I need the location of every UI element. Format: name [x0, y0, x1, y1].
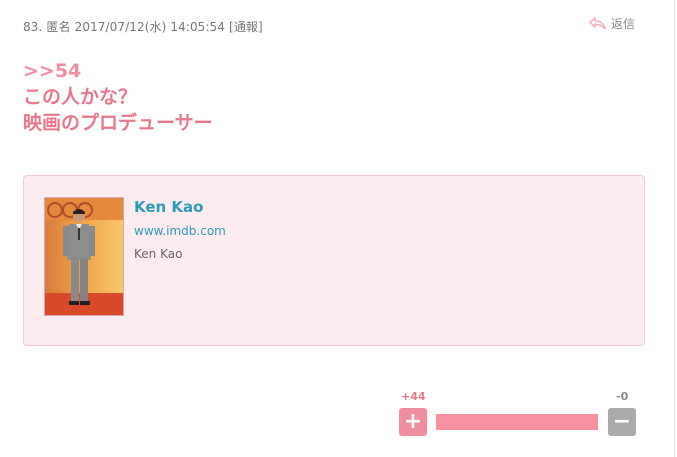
vote-ratio-fill [436, 414, 598, 430]
reply-arrow-icon [589, 17, 606, 30]
link-url[interactable]: www.imdb.com [134, 224, 226, 238]
vote-ratio-bar [436, 414, 598, 430]
comment-author: 匿名 [46, 20, 71, 34]
comment-meta: 83. 匿名 2017/07/12(水) 14:05:54 [通報] [23, 18, 267, 35]
link-preview-card[interactable]: Ken Kao www.imdb.com Ken Kao [23, 175, 645, 346]
comment-body: >>54 この人かな？ 映画のプロデューサー [23, 58, 213, 136]
minus-vote-count: -0 [616, 390, 629, 403]
link-title[interactable]: Ken Kao [134, 198, 204, 216]
plus-icon: + [403, 409, 423, 434]
minus-icon: − [612, 409, 632, 434]
plus-vote-count: +44 [401, 390, 426, 403]
page-right-border [674, 0, 675, 457]
link-thumbnail[interactable] [44, 197, 124, 316]
comment-datetime: 2017/07/12(水) 14:05:54 [74, 20, 226, 34]
thumbnail-image [45, 198, 123, 315]
comment-line-2: 映画のプロデューサー [23, 112, 213, 134]
link-description: Ken Kao [134, 247, 183, 261]
plus-vote-button[interactable]: + [399, 408, 427, 436]
reply-label: 返信 [611, 17, 636, 31]
reply-anchor-link[interactable]: >>54 [23, 58, 213, 84]
report-link[interactable]: [通報] [229, 20, 263, 34]
reply-button[interactable]: 返信 [589, 15, 635, 32]
minus-vote-button[interactable]: − [608, 408, 636, 436]
comment-line-1: この人かな？ [23, 86, 138, 108]
comment-number: 83. [23, 20, 43, 34]
